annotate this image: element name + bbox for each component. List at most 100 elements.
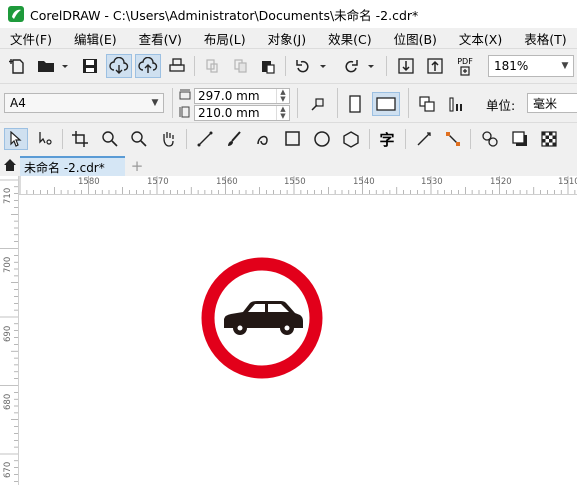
chevron-down-icon[interactable]: ▼ [147, 98, 163, 108]
page-width-input[interactable]: 297.0 mm ▲ ▼ [194, 88, 290, 104]
zoom-tool-icon[interactable] [98, 128, 122, 150]
ruler-label: 1510 [558, 177, 577, 187]
cloud-import-icon[interactable] [106, 54, 132, 78]
import-icon[interactable] [394, 55, 418, 77]
crop-tool-icon[interactable] [68, 128, 92, 150]
pen-curve-icon[interactable] [251, 128, 275, 150]
page-width-icon [178, 87, 192, 103]
toolbar-separator [194, 56, 195, 76]
units-value: 毫米 [533, 96, 558, 111]
toolbar-separator [285, 56, 286, 76]
page-size-value: A4 [10, 96, 26, 110]
rectangle-tool-icon[interactable] [281, 128, 305, 150]
toolbar-separator [172, 88, 173, 118]
menu-edit[interactable]: 编辑(E) [63, 29, 128, 48]
ruler-label: 1550 [284, 177, 306, 187]
menu-text[interactable]: 文本(X) [448, 29, 513, 48]
units-combo[interactable]: 毫米 [527, 93, 577, 113]
artistic-media-icon[interactable] [222, 128, 246, 150]
page-height-input[interactable]: 210.0 mm ▲ ▼ [194, 105, 290, 121]
menu-bitmaps[interactable]: 位图(B) [383, 29, 448, 48]
landscape-icon[interactable] [372, 92, 400, 116]
shape-tool-icon[interactable] [33, 128, 57, 150]
window-title: CorelDRAW - C:\Users\Administrator\Docum… [30, 7, 419, 23]
ruler-label: 710 [3, 187, 13, 204]
document-tab-bar: 未命名 -2.cdr* + [0, 154, 577, 176]
current-page-icon[interactable] [444, 92, 470, 116]
page-size-combo[interactable]: A4 ▼ [4, 93, 164, 113]
all-pages-icon[interactable] [414, 92, 440, 116]
menu-bar: 文件(F) 编辑(E) 查看(V) 布局(L) 对象(J) 效果(C) 位图(B… [0, 28, 577, 48]
add-tab-button[interactable]: + [128, 157, 146, 175]
drawing-canvas[interactable] [19, 195, 577, 485]
toolbar-separator [369, 129, 370, 149]
document-tab-label: 未命名 -2.cdr* [24, 160, 105, 175]
text-tool-icon[interactable]: 字 [375, 128, 399, 150]
ruler-label: 1530 [421, 177, 443, 187]
page-height-icon [178, 104, 192, 120]
redo-icon[interactable] [340, 55, 380, 77]
car-icon[interactable] [224, 301, 303, 335]
standard-toolbar: PDF 181% ▼ [0, 48, 577, 83]
ellipse-tool-icon[interactable] [310, 128, 334, 150]
menu-table[interactable]: 表格(T) [513, 29, 577, 48]
connector-tool-icon[interactable] [441, 128, 465, 150]
freehand-tool-icon[interactable] [193, 128, 217, 150]
property-bar: A4 ▼ 297.0 mm ▲ ▼ 210.0 mm ▲ ▼ 单位: 毫米 [0, 83, 577, 122]
vertical-ruler[interactable]: 710 700 690 680 670 [0, 176, 19, 485]
page-height-value: 210.0 mm [198, 106, 260, 120]
toolbar-separator [470, 129, 471, 149]
menu-object[interactable]: 对象(J) [257, 29, 317, 48]
menu-file[interactable]: 文件(F) [0, 29, 63, 48]
export-icon[interactable] [423, 55, 447, 77]
save-icon[interactable] [78, 55, 102, 77]
transparency-tool-icon[interactable] [537, 128, 561, 150]
undo-icon[interactable] [292, 55, 332, 77]
ruler-label: 1580 [78, 177, 100, 187]
spin-arrows-icon[interactable]: ▲ ▼ [276, 106, 289, 120]
menu-view[interactable]: 查看(V) [128, 29, 193, 48]
open-folder-icon[interactable] [35, 55, 71, 77]
dimension-tool-icon[interactable] [412, 128, 436, 150]
page-width-value: 297.0 mm [198, 89, 260, 103]
print-icon[interactable] [165, 55, 189, 77]
no-motor-vehicles-sign[interactable] [19, 195, 577, 485]
toolbar-separator [405, 129, 406, 149]
export-pdf-icon[interactable]: PDF [452, 54, 478, 78]
toolbar-separator [62, 129, 63, 149]
page-position-icon[interactable] [305, 92, 331, 116]
toolbar-separator [186, 129, 187, 149]
drop-shadow-icon[interactable] [508, 128, 532, 150]
home-icon[interactable] [2, 157, 18, 173]
ruler-label: 680 [3, 393, 13, 410]
toolbar-separator [297, 88, 298, 118]
zoom-value: 181% [494, 59, 529, 73]
chevron-down-icon[interactable]: ▼ [557, 61, 573, 71]
copy-icon[interactable] [228, 55, 252, 77]
ruler-label: 1540 [353, 177, 375, 187]
menu-effects[interactable]: 效果(C) [317, 29, 382, 48]
horizontal-ruler[interactable]: 1580 1570 1560 1550 1540 1530 1520 1510 [0, 176, 577, 195]
spin-arrows-icon[interactable]: ▲ ▼ [276, 89, 289, 103]
ruler-label: 1560 [216, 177, 238, 187]
paste-icon[interactable] [256, 55, 280, 77]
cut-icon[interactable] [200, 55, 224, 77]
pan-tool-icon[interactable] [156, 128, 180, 150]
toolbox: 字 [0, 122, 577, 155]
new-document-icon[interactable] [5, 55, 31, 77]
toolbar-separator [408, 88, 409, 118]
polygon-tool-icon[interactable] [339, 128, 363, 150]
blend-tool-icon[interactable] [478, 128, 502, 150]
pdf-label: PDF [457, 56, 473, 66]
document-tab[interactable]: 未命名 -2.cdr* [20, 156, 125, 176]
units-label: 单位: [486, 98, 516, 113]
toolbar-separator [337, 88, 338, 118]
zoom-out-icon[interactable] [127, 128, 151, 150]
coreldraw-logo-icon [8, 6, 24, 22]
menu-layout[interactable]: 布局(L) [193, 29, 257, 48]
pick-tool-icon[interactable] [4, 128, 28, 150]
portrait-icon[interactable] [344, 92, 366, 116]
ruler-label: 1520 [490, 177, 512, 187]
cloud-export-icon[interactable] [135, 54, 161, 78]
zoom-combo[interactable]: 181% ▼ [488, 55, 574, 77]
